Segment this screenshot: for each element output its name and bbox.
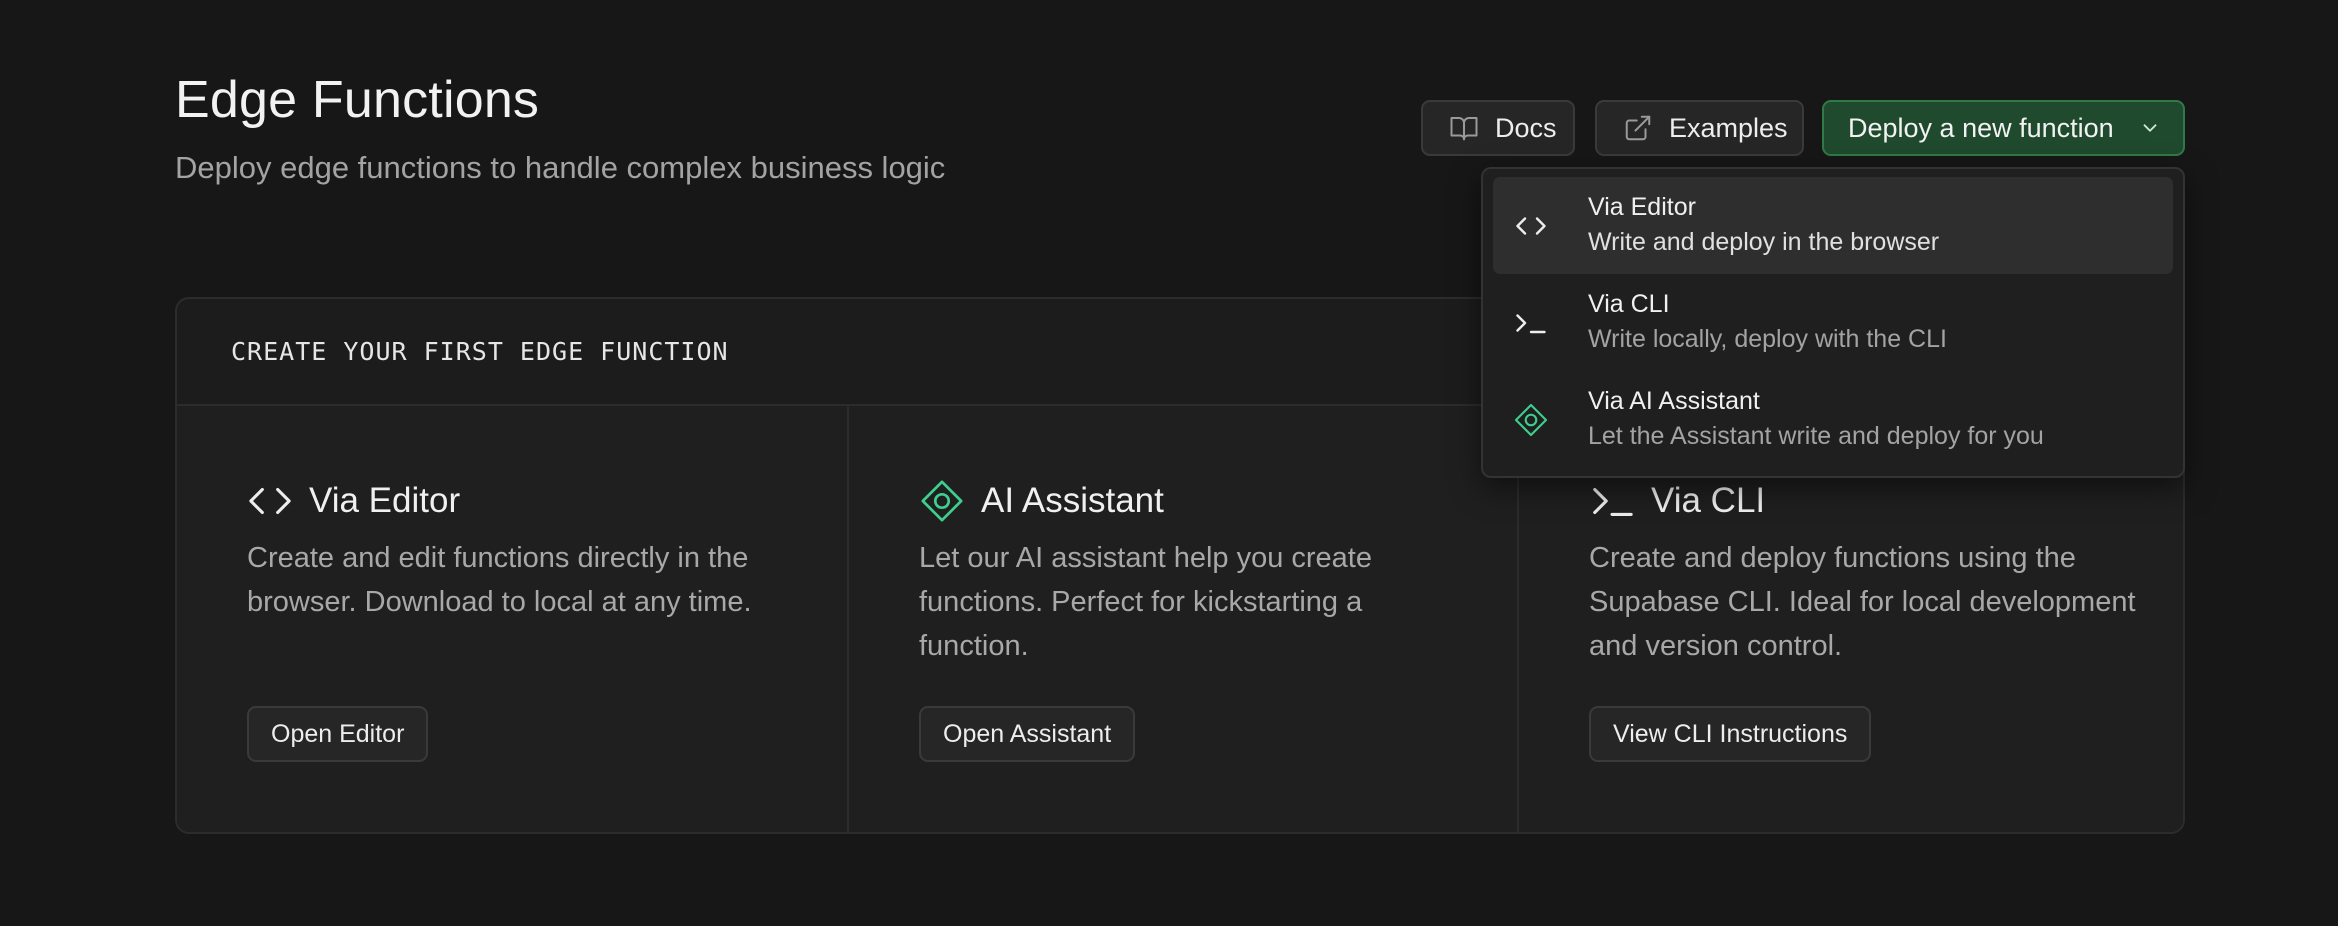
dropdown-item-description: Let the Assistant write and deploy for y… xyxy=(1588,422,2044,450)
open-editor-button[interactable]: Open Editor xyxy=(247,706,429,762)
column-description: Create and edit functions directly in th… xyxy=(247,542,752,618)
dropdown-item-description: Write and deploy in the browser xyxy=(1588,228,1940,256)
column-heading: Via CLI xyxy=(1589,478,1765,524)
page-subtitle: Deploy edge functions to handle complex … xyxy=(175,150,946,185)
code-icon xyxy=(1516,217,1546,235)
docs-button-label: Docs xyxy=(1495,112,1557,143)
dropdown-item-description: Write locally, deploy with the CLI xyxy=(1588,325,1947,353)
card-title: CREATE YOUR FIRST EDGE FUNCTION xyxy=(231,337,729,366)
column-heading: AI Assistant xyxy=(919,478,1164,524)
terminal-icon xyxy=(1516,314,1546,334)
dropdown-item-via-ai-assistant[interactable]: Via AI Assistant Let the Assistant write… xyxy=(1493,371,2173,468)
column-description: Create and deploy functions using the Su… xyxy=(1589,542,2136,662)
ai-assistant-icon xyxy=(1514,403,1548,437)
column-title: Via Editor xyxy=(309,481,461,520)
via-editor-column: Via Editor Create and edit functions dir… xyxy=(177,406,847,832)
column-title: AI Assistant xyxy=(981,481,1164,520)
deploy-dropdown-menu: Via Editor Write and deploy in the brows… xyxy=(1481,167,2185,478)
dropdown-item-via-editor[interactable]: Via Editor Write and deploy in the brows… xyxy=(1493,177,2173,274)
deploy-button-label: Deploy a new function xyxy=(1848,112,2114,143)
docs-button[interactable]: Docs xyxy=(1421,100,1575,156)
ai-assistant-icon xyxy=(921,480,963,522)
deploy-new-function-button[interactable]: Deploy a new function xyxy=(1822,100,2185,156)
dropdown-item-label: Via AI Assistant xyxy=(1588,387,1760,415)
chevron-down-icon xyxy=(2143,124,2157,132)
column-description: Let our AI assistant help you create fun… xyxy=(919,542,1372,662)
terminal-icon xyxy=(1593,487,1633,516)
page-title: Edge Functions xyxy=(175,71,540,129)
column-heading: Via Editor xyxy=(247,478,460,524)
examples-button-label: Examples xyxy=(1669,112,1788,143)
view-cli-instructions-button[interactable]: View CLI Instructions xyxy=(1589,706,1872,762)
ai-assistant-column: AI Assistant Let our AI assistant help y… xyxy=(847,406,1517,832)
dropdown-item-label: Via CLI xyxy=(1588,290,1670,318)
book-icon xyxy=(1450,117,1478,141)
column-title: Via CLI xyxy=(1651,481,1766,520)
code-icon xyxy=(249,487,291,515)
dropdown-item-via-cli[interactable]: Via CLI Write locally, deploy with the C… xyxy=(1493,274,2173,371)
examples-button[interactable]: Examples xyxy=(1595,100,1804,156)
dropdown-item-label: Via Editor xyxy=(1588,193,1696,221)
open-assistant-button[interactable]: Open Assistant xyxy=(919,706,1136,762)
edge-functions-page: Edge Functions Deploy edge functions to … xyxy=(0,0,2338,926)
external-link-icon xyxy=(1625,115,1651,141)
